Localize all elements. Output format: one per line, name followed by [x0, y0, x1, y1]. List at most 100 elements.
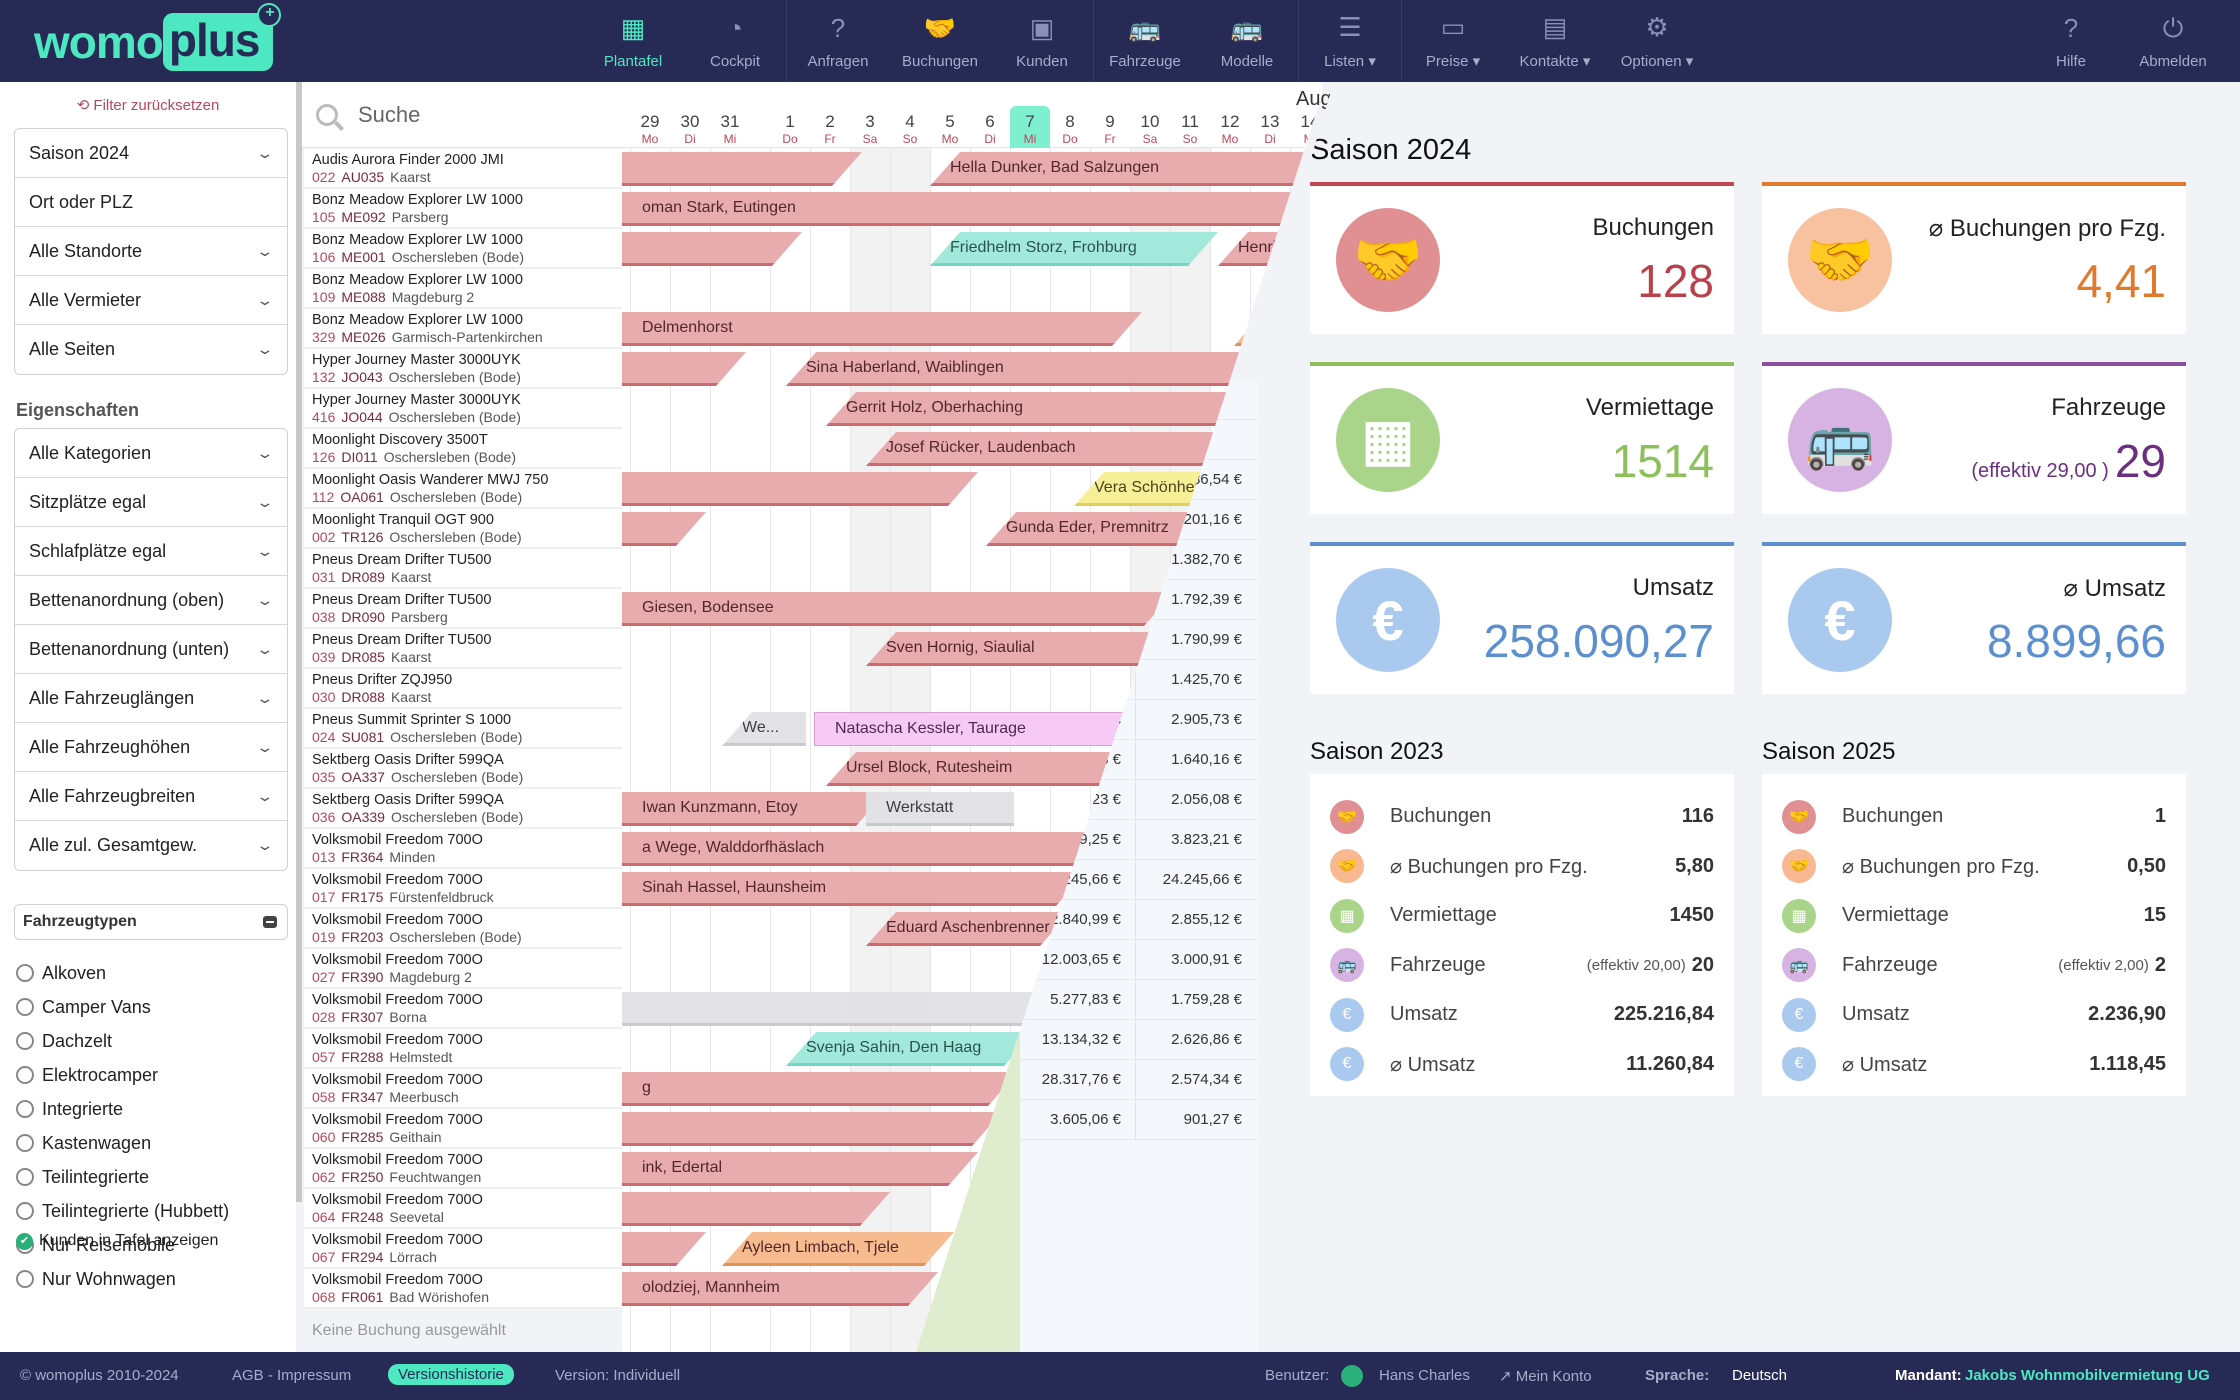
nav-kontakte[interactable]: ▤ Kontakte ▾	[1504, 0, 1606, 82]
vehicle-row[interactable]: Bonz Meadow Explorer LW 1000 105 ME092 Pars…	[304, 189, 622, 229]
vehicle-search[interactable]: Suche	[302, 82, 622, 148]
nav-abmelden[interactable]: ⏻ Abmelden	[2122, 0, 2224, 82]
nav-kunden[interactable]: ▣ Kunden	[991, 0, 1093, 82]
booking-bar[interactable]: Iwan Kunzmann, Etoy	[622, 792, 886, 826]
filter-select[interactable]: Alle Vermieter ⌄	[15, 276, 287, 325]
day-header[interactable]: 10 Sa	[1130, 112, 1170, 146]
vehicle-type-radio[interactable]: Camper Vans	[16, 990, 229, 1024]
booking-bar[interactable]: Hella Dunker, Bad Salzungen	[930, 152, 1322, 186]
vehicle-row[interactable]: Moonlight Discovery 3500T 126 DI011 Oschers…	[304, 429, 622, 469]
vehicle-types-header[interactable]: Fahrzeugtypen	[14, 904, 288, 940]
nav-cockpit[interactable]: ◔ Cockpit	[684, 0, 786, 82]
vehicle-type-radio[interactable]: Nur Wohnwagen	[16, 1262, 229, 1296]
nav-hilfe[interactable]: ? Hilfe	[2020, 0, 2122, 82]
vehicle-row[interactable]: Volksmobil Freedom 700O 064 FR248 Seevetal	[304, 1189, 622, 1229]
booking-bar[interactable]: Natascha Kessler, Taurage	[814, 712, 1158, 746]
day-header[interactable]: 6 Di	[970, 112, 1010, 146]
filter-select[interactable]: Alle Fahrzeugbreiten ⌄	[15, 772, 287, 821]
booking-bar[interactable]: Ursel Block, Rutesheim	[826, 752, 1142, 786]
vehicle-row[interactable]: Hyper Journey Master 3000UYK 416 JO044 Osch…	[304, 389, 622, 429]
vehicle-row[interactable]: Pneus Drifter ZQJ950 030 DR088 Kaarst	[304, 669, 622, 709]
vehicle-row[interactable]: Bonz Meadow Explorer LW 1000 106 ME001 Osch…	[304, 229, 622, 269]
vehicle-row[interactable]: Volksmobil Freedom 700O 017 FR175 Fürstenfe…	[304, 869, 622, 909]
womoplus-logo[interactable]: womo plus	[34, 3, 281, 71]
day-header[interactable]: 8 Do	[1050, 112, 1090, 146]
day-header[interactable]: 31 Mi	[710, 112, 750, 146]
vehicle-row[interactable]: Volksmobil Freedom 700O 028 FR307 Borna	[304, 989, 622, 1029]
collapse-icon[interactable]	[263, 916, 277, 928]
booking-bar[interactable]	[622, 1232, 706, 1266]
vehicle-row[interactable]: Bonz Meadow Explorer LW 1000 329 ME026 Garm…	[304, 309, 622, 349]
booking-bar[interactable]: Sinah Hassel, Haunsheim	[622, 872, 1086, 906]
filter-select[interactable]: Alle Fahrzeughöhen ⌄	[15, 723, 287, 772]
nav-listen[interactable]: ☰ Listen ▾	[1299, 0, 1401, 82]
nav-plantafel[interactable]: ▦ Plantafel	[582, 0, 684, 82]
booking-bar[interactable]: ink, Edertal	[622, 1152, 978, 1186]
filter-select[interactable]: Alle Standorte ⌄	[15, 227, 287, 276]
booking-bar[interactable]: Delmenhorst	[622, 312, 1142, 346]
vehicle-row[interactable]: Volksmobil Freedom 700O 027 FR390 Magdeburg…	[304, 949, 622, 989]
nav-modelle[interactable]: 🚌 Modelle	[1196, 0, 1298, 82]
booking-bar[interactable]: Ayleen Limbach, Tjele	[722, 1232, 954, 1266]
reset-filters-link[interactable]: ⟲ Filter zurücksetzen	[0, 96, 296, 114]
filter-select[interactable]: Alle zul. Gesamtgew. ⌄	[15, 821, 287, 870]
vehicle-type-radio[interactable]: Integrierte	[16, 1092, 229, 1126]
vehicle-row[interactable]: Sektberg Oasis Drifter 599QA 036 OA339 Osch…	[304, 789, 622, 829]
vehicle-row[interactable]: Volksmobil Freedom 700O 057 FR288 Helmstedt	[304, 1029, 622, 1069]
day-header[interactable]: 3 Sa	[850, 112, 890, 146]
show-customers-toggle[interactable]: ✔ Kunden in Tafel anzeigen	[16, 1232, 218, 1250]
language-select[interactable]: Deutsch	[1732, 1367, 1787, 1384]
vehicle-row[interactable]: Volksmobil Freedom 700O 068 FR061 Bad Wöris…	[304, 1269, 622, 1309]
filter-select[interactable]: Alle Seiten ⌄	[15, 325, 287, 374]
booking-bar[interactable]	[622, 232, 802, 266]
vehicle-type-radio[interactable]: Teilintegrierte (Hubbett)	[16, 1194, 229, 1228]
vehicle-row[interactable]: Sektberg Oasis Drifter 599QA 035 OA337 Osch…	[304, 749, 622, 789]
booking-bar[interactable]: Gunda Eder, Premnitrz	[986, 512, 1322, 546]
booking-bar[interactable]	[622, 152, 862, 186]
vehicle-row[interactable]: Pneus Dream Drifter TU500 031 DR089 Kaarst	[304, 549, 622, 589]
day-header[interactable]: 11 So	[1170, 112, 1210, 146]
booking-bar[interactable]: olodziej, Mannheim	[622, 1272, 938, 1306]
vehicle-type-radio[interactable]: Kastenwagen	[16, 1126, 229, 1160]
vehicle-row[interactable]: Audis Aurora Finder 2000 JMI 022 AU035 Kaar…	[304, 149, 622, 189]
vehicle-row[interactable]: Moonlight Tranquil OGT 900 002 TR126 Oscher…	[304, 509, 622, 549]
day-header[interactable]: 2 Fr	[810, 112, 850, 146]
nav-optionen[interactable]: ⚙ Optionen ▾	[1606, 0, 1708, 82]
day-header[interactable]: 12 Mo	[1210, 112, 1250, 146]
vehicle-row[interactable]: Hyper Journey Master 3000UYK 132 JO043 Osch…	[304, 349, 622, 389]
vehicle-row[interactable]: Volksmobil Freedom 700O 013 FR364 Minden	[304, 829, 622, 869]
booking-bar[interactable]: Giesen, Bodensee	[622, 592, 1174, 626]
vehicle-type-radio[interactable]: Elektrocamper	[16, 1058, 229, 1092]
booking-bar[interactable]: Svenja Sahin, Den Haag	[786, 1032, 1034, 1066]
filter-select[interactable]: Alle Kategorien ⌄	[15, 429, 287, 478]
day-header[interactable]: 30 Di	[670, 112, 710, 146]
my-account-link[interactable]: ↗ Mein Konto	[1499, 1367, 1592, 1385]
filter-select[interactable]: Bettenanordnung (oben) ⌄	[15, 576, 287, 625]
booking-bar[interactable]: a Wege, Walddorfhäslach	[622, 832, 1114, 866]
day-header[interactable]: 9 Fr	[1090, 112, 1130, 146]
nav-buchungen[interactable]: 🤝 Buchungen	[889, 0, 991, 82]
vehicle-row[interactable]: Volksmobil Freedom 700O 019 FR203 Oschersle…	[304, 909, 622, 949]
filter-select[interactable]: Schlafplätze egal ⌄	[15, 527, 287, 576]
filter-select[interactable]: Saison 2024 ⌄	[15, 129, 287, 178]
day-header[interactable]: 1 Do	[770, 112, 810, 146]
booking-bar[interactable]	[622, 352, 746, 386]
booking-bar[interactable]	[622, 1112, 1002, 1146]
vehicle-row[interactable]: Volksmobil Freedom 700O 058 FR347 Meerbusch	[304, 1069, 622, 1109]
booking-bar[interactable]: oman Stark, Eutingen	[622, 192, 1322, 226]
booking-bar[interactable]: Eduard Aschenbrenner	[866, 912, 1070, 946]
vehicle-row[interactable]: Bonz Meadow Explorer LW 1000 109 ME088 Magd…	[304, 269, 622, 309]
vehicle-type-radio[interactable]: Teilintegrierte	[16, 1160, 229, 1194]
vehicle-row[interactable]: Pneus Summit Sprinter S 1000 024 SU081 Osch…	[304, 709, 622, 749]
filter-select[interactable]: Sitzplätze egal ⌄	[15, 478, 287, 527]
vehicle-row[interactable]: Volksmobil Freedom 700O 062 FR250 Feuchtwan…	[304, 1149, 622, 1189]
booking-bar[interactable]	[622, 992, 1042, 1026]
booking-bar[interactable]: We...	[722, 712, 806, 746]
booking-bar[interactable]: Sven Hornig, Siaulial	[866, 632, 1186, 666]
day-header[interactable]: 13 Di	[1250, 112, 1290, 146]
vehicle-row[interactable]: Volksmobil Freedom 700O 067 FR294 Lörrach	[304, 1229, 622, 1269]
booking-bar[interactable]	[622, 472, 978, 506]
nav-fahrzeuge[interactable]: 🚌 Fahrzeuge	[1094, 0, 1196, 82]
vehicle-type-radio[interactable]: Alkoven	[16, 956, 229, 990]
booking-bar[interactable]: Friedhelm Storz, Frohburg	[930, 232, 1218, 266]
